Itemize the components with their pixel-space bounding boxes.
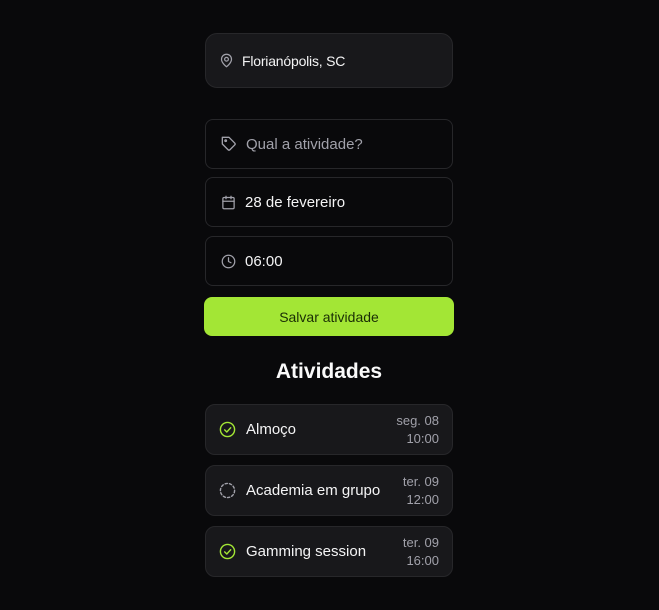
time-input[interactable]: [245, 252, 435, 270]
activity-item[interactable]: Academia em grupo ter. 09 12:00: [205, 465, 453, 516]
activity-datetime: ter. 09 16:00: [403, 534, 439, 570]
activities-title: Atividades: [275, 360, 383, 383]
activity-datetime: ter. 09 12:00: [403, 473, 439, 509]
activity-day: seg. 08: [396, 412, 439, 428]
save-activity-button[interactable]: Salvar atividade: [204, 297, 454, 336]
check-circle-icon[interactable]: [219, 421, 236, 438]
activity-item[interactable]: Almoço seg. 08 10:00: [205, 404, 453, 455]
map-pin-icon: [219, 53, 234, 68]
activity-field[interactable]: [205, 119, 453, 169]
activity-datetime: seg. 08 10:00: [396, 412, 439, 448]
activity-item[interactable]: Gamming session ter. 09 16:00: [205, 526, 453, 577]
app-root: Florianópolis, SC Qual a atividade? 28 d…: [0, 0, 659, 610]
activity-input[interactable]: [246, 135, 436, 153]
tag-icon: [221, 136, 237, 152]
activity-name: Almoço: [246, 421, 297, 438]
activity-day: ter. 09: [402, 534, 439, 550]
activity-time: 16:00: [406, 552, 439, 568]
activity-name: Academia em grupo: [246, 482, 381, 499]
date-field[interactable]: [205, 177, 453, 227]
pending-circle-icon[interactable]: [219, 482, 236, 499]
activity-day: ter. 09: [402, 473, 439, 489]
activity-time: 12:00: [406, 491, 439, 507]
activity-name: Gamming session: [246, 543, 367, 560]
date-input[interactable]: [245, 193, 435, 211]
clock-icon: [221, 254, 236, 269]
location-card: Florianópolis, SC: [205, 33, 453, 88]
check-circle-icon[interactable]: [219, 543, 236, 560]
activity-time: 10:00: [406, 430, 439, 446]
location-text: Florianópolis, SC: [242, 52, 346, 69]
calendar-icon: [221, 195, 236, 210]
time-field[interactable]: [205, 236, 453, 286]
